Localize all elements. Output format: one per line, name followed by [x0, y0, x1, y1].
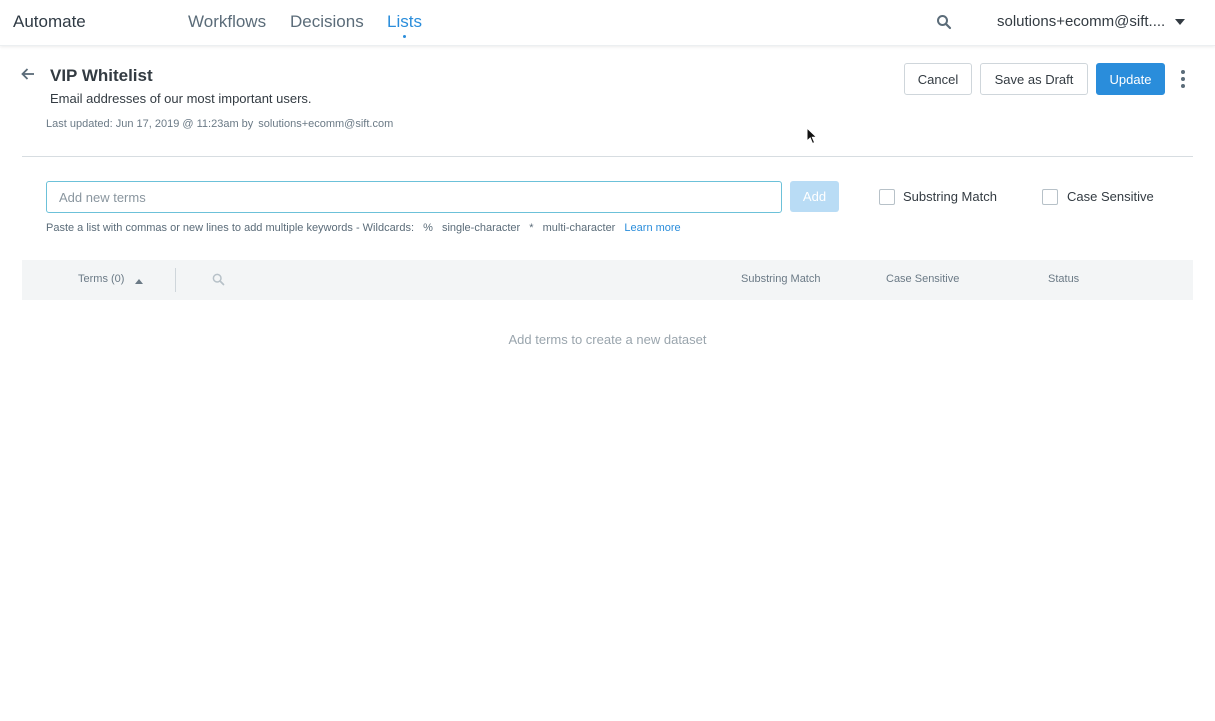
- table-search-icon[interactable]: [212, 273, 225, 286]
- cancel-button[interactable]: Cancel: [904, 63, 972, 95]
- substring-match-label[interactable]: Substring Match: [903, 189, 997, 204]
- page-description: Email addresses of our most important us…: [50, 91, 312, 106]
- tab-lists-label: Lists: [387, 12, 422, 31]
- last-updated-user: solutions+ecomm@sift.com: [258, 118, 394, 130]
- wildcard-multi-symbol: *: [529, 222, 534, 234]
- search-icon[interactable]: [936, 14, 952, 30]
- last-updated-info: Last updated: Jun 17, 2019 @ 11:23am by s…: [46, 118, 393, 130]
- column-case-sensitive: Case Sensitive: [886, 273, 960, 285]
- tab-decisions[interactable]: Decisions: [290, 12, 364, 32]
- substring-match-checkbox[interactable]: [879, 189, 895, 205]
- hint-text: Paste a list with commas or new lines to…: [46, 222, 415, 234]
- case-sensitive-checkbox[interactable]: [1042, 189, 1058, 205]
- add-terms-input[interactable]: [46, 181, 782, 213]
- column-terms[interactable]: Terms (0): [78, 273, 124, 285]
- add-button[interactable]: Add: [790, 181, 839, 212]
- column-status: Status: [1048, 273, 1080, 285]
- header-divider: [22, 156, 1193, 157]
- more-options-icon[interactable]: [1175, 68, 1191, 90]
- top-nav-bar: Automate Workflows Decisions Lists solut…: [0, 0, 1215, 46]
- sort-ascending-icon[interactable]: [135, 279, 143, 284]
- wildcard-single-label: single-character: [441, 222, 521, 234]
- back-arrow-icon[interactable]: [20, 66, 36, 82]
- tab-lists[interactable]: Lists: [387, 12, 422, 38]
- save-as-draft-button[interactable]: Save as Draft: [980, 63, 1088, 95]
- learn-more-link[interactable]: Learn more: [624, 222, 680, 234]
- case-sensitive-label[interactable]: Case Sensitive: [1067, 189, 1154, 204]
- active-tab-indicator: [403, 35, 407, 38]
- wildcard-single-symbol: %: [423, 222, 433, 234]
- column-divider: [175, 268, 176, 292]
- page-title: VIP Whitelist: [50, 66, 153, 85]
- chevron-down-icon[interactable]: [1175, 19, 1185, 25]
- app-brand[interactable]: Automate: [13, 12, 86, 32]
- update-button[interactable]: Update: [1096, 63, 1165, 95]
- wildcard-multi-label: multi-character: [542, 222, 616, 234]
- mouse-cursor-icon: [806, 127, 818, 145]
- last-updated-label: Last updated: Jun 17, 2019 @ 11:23am by: [46, 118, 254, 130]
- wildcard-hint: Paste a list with commas or new lines to…: [46, 222, 681, 234]
- column-substring-match: Substring Match: [741, 273, 821, 285]
- empty-state-message: Add terms to create a new dataset: [508, 332, 707, 347]
- terms-table-header: Terms (0) Substring Match Case Sensitive…: [22, 260, 1193, 300]
- tab-workflows[interactable]: Workflows: [188, 12, 266, 32]
- account-menu[interactable]: solutions+ecomm@sift....: [997, 13, 1165, 30]
